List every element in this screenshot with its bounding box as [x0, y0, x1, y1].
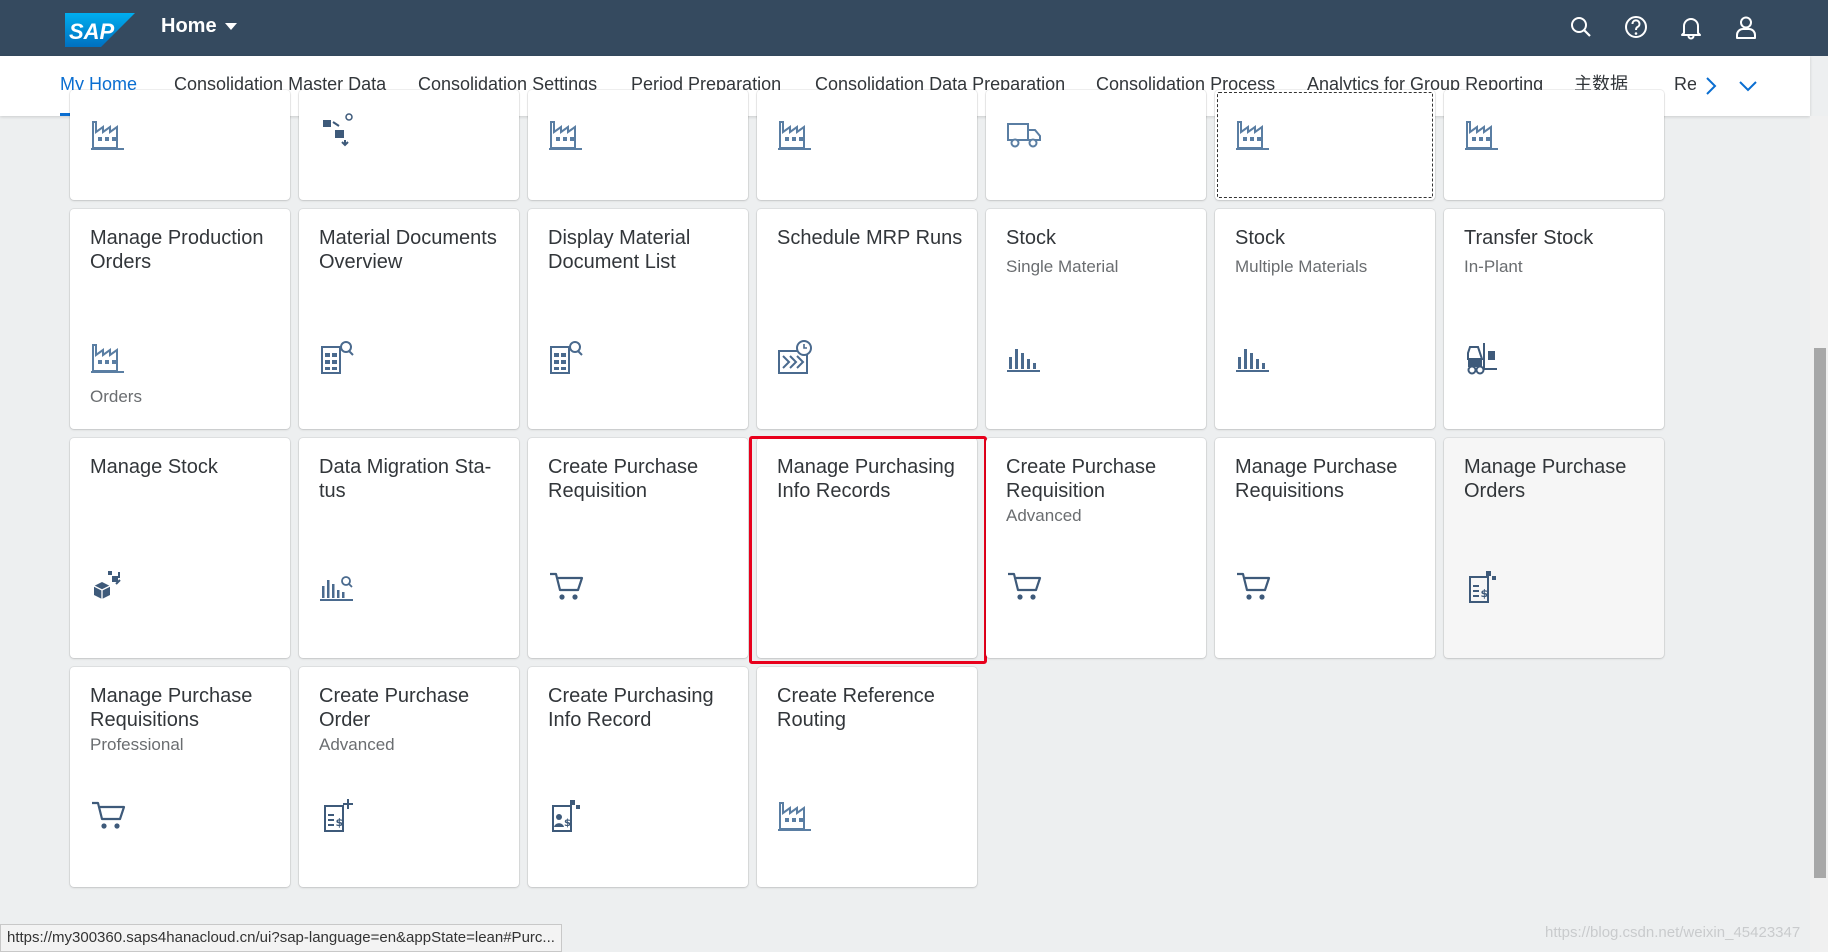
tile-manage-stock[interactable]: Manage Stock	[70, 438, 290, 658]
caret-down-icon	[224, 23, 237, 30]
tile-title: Material Documents Overview	[319, 227, 497, 273]
tile-title: Manage Stock	[90, 456, 218, 478]
tile-title: Create Purchase Order	[319, 685, 470, 731]
tile-manage-production-orders[interactable]: Manage Production Orders Orders	[70, 209, 290, 429]
cart-icon	[548, 568, 584, 604]
cubes-icon	[90, 568, 126, 604]
tile-title: Manage Purchase Requisitions	[90, 685, 253, 731]
watermark: https://blog.csdn.net/weixin_45423347	[1545, 924, 1801, 941]
bar-chart-icon	[1235, 339, 1271, 375]
factory-icon	[90, 339, 126, 375]
document-search-icon	[319, 339, 355, 375]
tile-subtitle: Professional	[90, 735, 184, 754]
tile-manage-purchase-orders[interactable]: Manage Purchase Orders	[1444, 438, 1664, 658]
scheduled-run-icon	[777, 339, 813, 375]
tile-display-material-document-list[interactable]: Display Material Document List	[528, 209, 748, 429]
tile-material-documents-overview[interactable]: Material Documents Overview	[299, 209, 519, 429]
info-record-icon	[548, 797, 584, 833]
tile-subtitle: Advanced	[1006, 506, 1082, 525]
tile-partial-focused[interactable]	[1215, 90, 1435, 200]
user-profile-icon[interactable]	[1733, 14, 1761, 42]
tile-stock-multiple-materials[interactable]: Stock Multiple Materials	[1215, 209, 1435, 429]
tile-title: Manage Production Orders	[90, 227, 264, 273]
shell-title: Home	[161, 15, 217, 37]
tile-subtitle: In-Plant	[1464, 257, 1523, 276]
sap-logo[interactable]: SAP	[65, 13, 135, 47]
factory-icon	[90, 116, 126, 152]
svg-text:SAP: SAP	[69, 19, 115, 44]
help-icon[interactable]	[1623, 14, 1651, 42]
chevron-right-icon[interactable]	[1698, 74, 1722, 98]
tile-subtitle: Multiple Materials	[1235, 257, 1368, 276]
tile-stock-single-material[interactable]: Stock Single Material	[986, 209, 1206, 429]
factory-icon	[548, 116, 584, 152]
tile-partial[interactable]	[986, 90, 1206, 200]
tile-manage-purchase-requisitions[interactable]: Manage Purchase Requisitions	[1215, 438, 1435, 658]
tile-title: Manage Purchase Orders	[1464, 456, 1627, 502]
factory-icon	[777, 116, 813, 152]
tile-title: Transfer Stock	[1464, 227, 1594, 249]
shell-header: SAP Home	[0, 0, 1828, 56]
tile-title: Display Material Document List	[548, 227, 691, 273]
factory-icon	[1235, 116, 1271, 152]
forklift-icon	[1464, 339, 1500, 375]
cart-icon	[1006, 568, 1042, 604]
factory-icon	[777, 797, 813, 833]
tile-title: Stock	[1006, 227, 1057, 249]
status-url: https://my300360.saps4hanacloud.cn/ui?sa…	[0, 924, 562, 952]
tile-partial[interactable]	[528, 90, 748, 200]
tile-partial[interactable]	[70, 90, 290, 200]
tile-create-purchase-requisition-advanced[interactable]: Create Purchase Requisition Advanced	[986, 438, 1206, 658]
home-menu[interactable]: Home	[161, 15, 237, 38]
tile-title: Create Purchase Requisition	[548, 456, 699, 502]
cart-icon	[90, 797, 126, 833]
chevron-down-icon[interactable]	[1736, 74, 1760, 98]
tile-title: Manage Purchase Requisitions	[1235, 456, 1398, 502]
chart-search-icon	[319, 568, 355, 604]
purchase-order-add-icon	[319, 797, 355, 833]
tile-footer: Orders	[90, 387, 142, 406]
tile-subtitle: Advanced	[319, 735, 395, 754]
bar-chart-icon	[1006, 339, 1042, 375]
tile-partial[interactable]	[299, 90, 519, 200]
tile-partial[interactable]	[757, 90, 977, 200]
tile-schedule-mrp-runs[interactable]: Schedule MRP Runs	[757, 209, 977, 429]
cart-icon	[1235, 568, 1271, 604]
tile-title: Data Migration Sta-tus	[319, 456, 492, 502]
purchase-order-icon	[1464, 568, 1500, 604]
tile-transfer-stock-in-plant[interactable]: Transfer Stock In-Plant	[1444, 209, 1664, 429]
factory-icon	[1464, 116, 1500, 152]
tile-create-reference-routing[interactable]: Create Reference Routing	[757, 667, 977, 887]
scrollbar-thumb[interactable]	[1814, 348, 1826, 878]
document-search-icon	[548, 339, 584, 375]
search-icon[interactable]	[1568, 14, 1596, 42]
tile-create-purchase-requisition[interactable]: Create Purchase Requisition	[528, 438, 748, 658]
tile-create-purchase-order-advanced[interactable]: Create Purchase Order Advanced	[299, 667, 519, 887]
tile-title: Create Purchase Requisition	[1006, 456, 1157, 502]
notification-bell-icon[interactable]	[1678, 14, 1706, 42]
material-movement-icon	[319, 112, 355, 148]
tile-title: Create Purchasing Info Record	[548, 685, 714, 731]
truck-icon	[1006, 116, 1042, 152]
tile-data-migration-status[interactable]: Data Migration Sta-tus	[299, 438, 519, 658]
tile-title: Stock	[1235, 227, 1286, 249]
highlight-box	[749, 436, 987, 664]
tile-partial[interactable]	[1444, 90, 1664, 200]
tile-subtitle: Single Material	[1006, 257, 1119, 276]
tile-manage-purchase-requisitions-professional[interactable]: Manage Purchase Requisitions Professiona…	[70, 667, 290, 887]
tile-create-purchasing-info-record[interactable]: Create Purchasing Info Record	[528, 667, 748, 887]
tile-title: Schedule MRP Runs	[777, 227, 963, 249]
tile-title: Create Reference Routing	[777, 685, 935, 731]
tab-overflow-partial[interactable]: Re	[1674, 56, 1696, 116]
